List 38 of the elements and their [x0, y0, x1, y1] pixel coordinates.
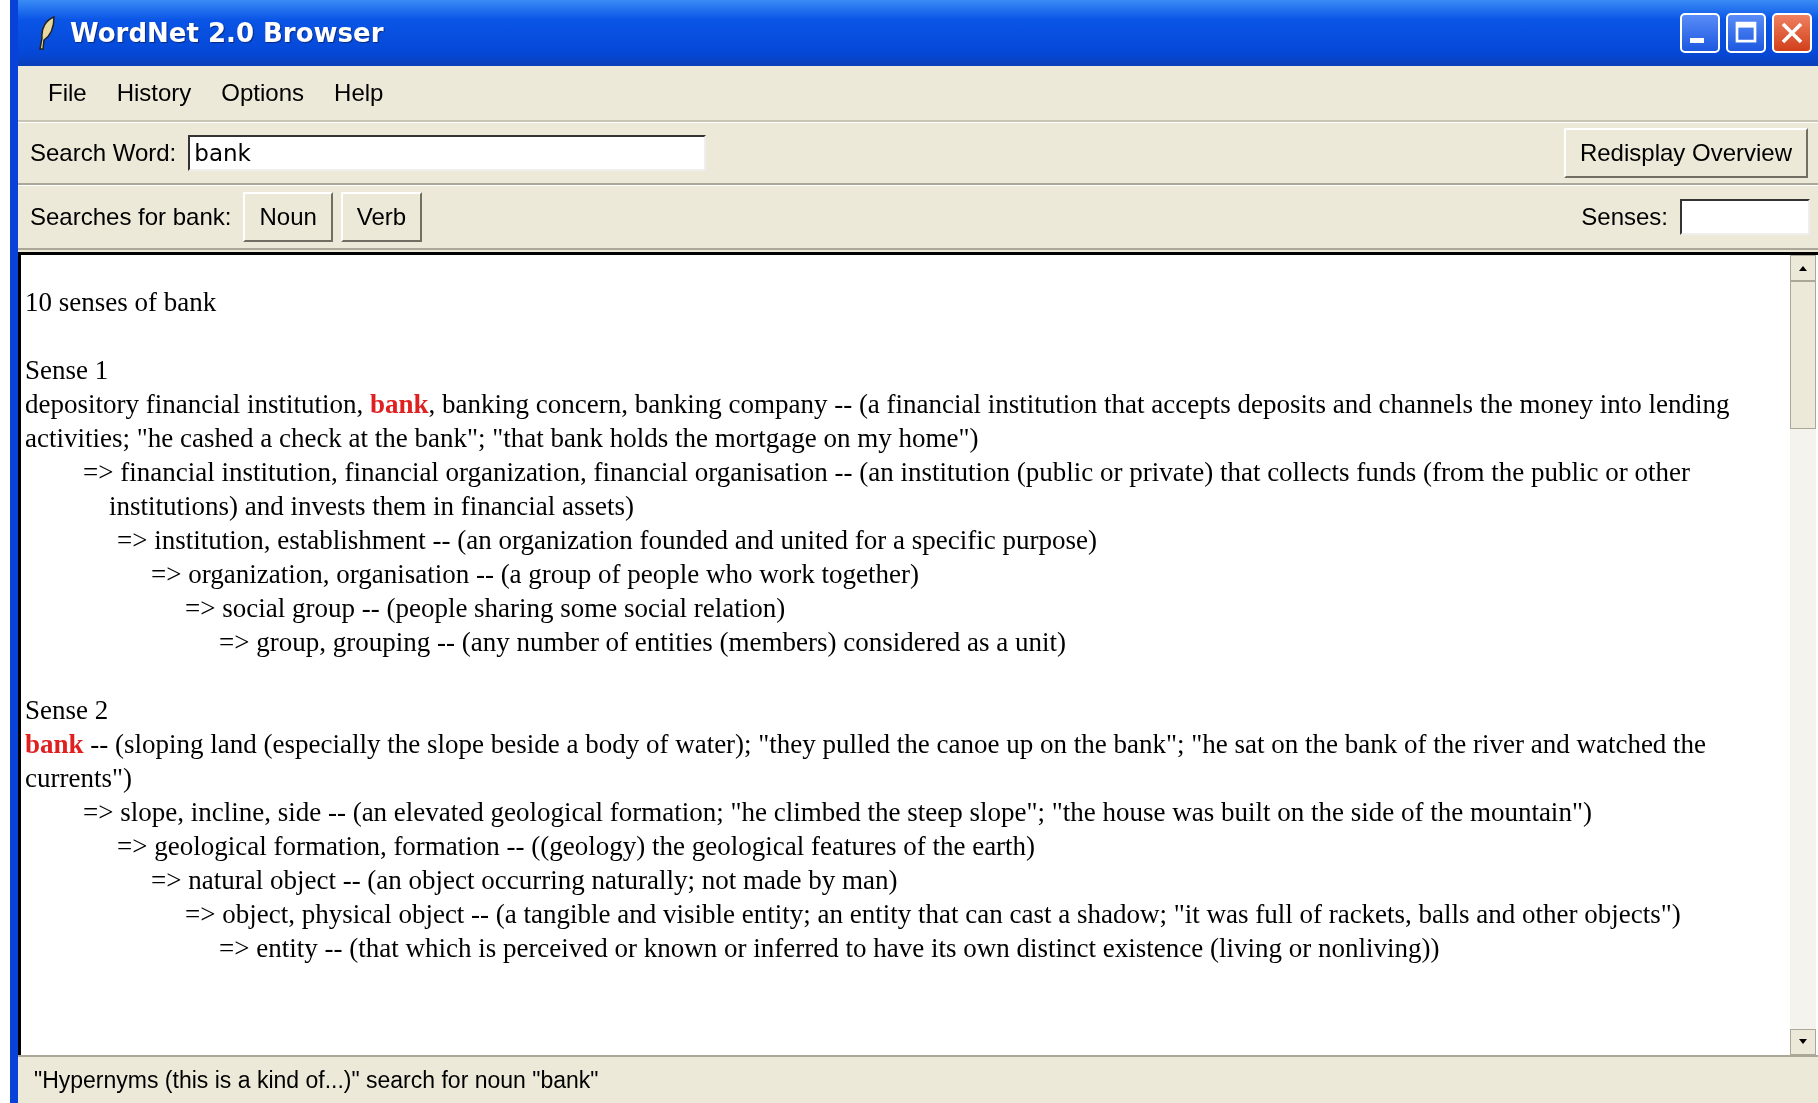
sense-heading: Sense 2 [25, 694, 110, 727]
hypernym-text: => institution, establishment -- (an organization founded and united for a specific purpose) [117, 524, 1098, 557]
scroll-bar[interactable] [1790, 255, 1816, 1055]
hypernym-text: => social group -- (people sharing some social relation) [185, 592, 787, 625]
maximize-button[interactable] [1726, 13, 1766, 53]
definition-text: depository financial institution, bank, banking concern, banking company -- (a financial institution that accepts deposits and channels the money into lending activities; "he cashed a check at the bank"; "that bank holds the mortgage on my home") [25, 388, 1731, 455]
scroll-thumb[interactable] [1790, 281, 1816, 429]
window-title: WordNet 2.0 Browser [70, 18, 384, 48]
senses-field[interactable] [1680, 199, 1810, 235]
senses-label: Senses: [1581, 203, 1668, 231]
hypernym-text: => entity -- (that which is perceived or known or inferred to have its own distinct existence (living or nonliving)) [219, 932, 1441, 965]
hypernym-text: => slope, incline, side -- (an elevated geological formation; "he climbed the steep slope"; "the house was built on the side of the mountain") [83, 796, 1593, 829]
menu-item[interactable]: Options [207, 79, 319, 107]
hypernym-text: => financial institution, financial organization, financial organisation -- (an institution (public or private) that collects funds (from the public or other institutions) and invests them in financial assets) [83, 456, 1691, 523]
part-of-speech-button[interactable]: Verb [340, 192, 423, 242]
menu-item[interactable]: File [34, 79, 101, 107]
sense-heading: Sense 1 [25, 354, 110, 387]
hypernym-text: => object, physical object -- (a tangible and visible entity; an entity that can cast a shadow; "it was full of rackets, balls and other objects") [185, 898, 1682, 931]
minimize-icon [1690, 37, 1704, 43]
menu-item[interactable]: Help [320, 79, 398, 107]
minimize-button[interactable] [1680, 13, 1720, 53]
summary-text: 10 senses of bank [25, 286, 218, 319]
searches-label: Searches for bank: [30, 203, 232, 231]
close-button[interactable] [1772, 13, 1812, 53]
hypernym-text: => natural object -- (an object occurring naturally; not made by man) [151, 864, 899, 897]
status-bar: "Hypernyms (this is a kind of...)" search for noun "bank" [18, 1055, 1818, 1103]
up-arrow-icon [1798, 264, 1808, 272]
definition-text: bank -- (sloping land (especially the slope beside a body of water); "they pulled the canoe up on the bank"; "he sat on the bank of the river and watched the currents") [25, 728, 1708, 795]
search-label: Search Word: [30, 139, 177, 167]
search-field[interactable]: bank [188, 135, 707, 171]
feather-icon [36, 16, 58, 50]
hypernym-text: => organization, organisation -- (a group of people who work together) [151, 558, 920, 591]
redisplay-button[interactable]: Redisplay Overview [1563, 128, 1808, 178]
menu-item[interactable]: History [102, 79, 206, 107]
hypernym-text: => geological formation, formation -- ((geology) the geological features of the earth) [117, 830, 1037, 863]
down-arrow-icon [1798, 1038, 1808, 1046]
part-of-speech-button[interactable]: Noun [243, 192, 333, 242]
hypernym-text: => group, grouping -- (any number of entities (members) considered as a unit) [219, 626, 1067, 659]
